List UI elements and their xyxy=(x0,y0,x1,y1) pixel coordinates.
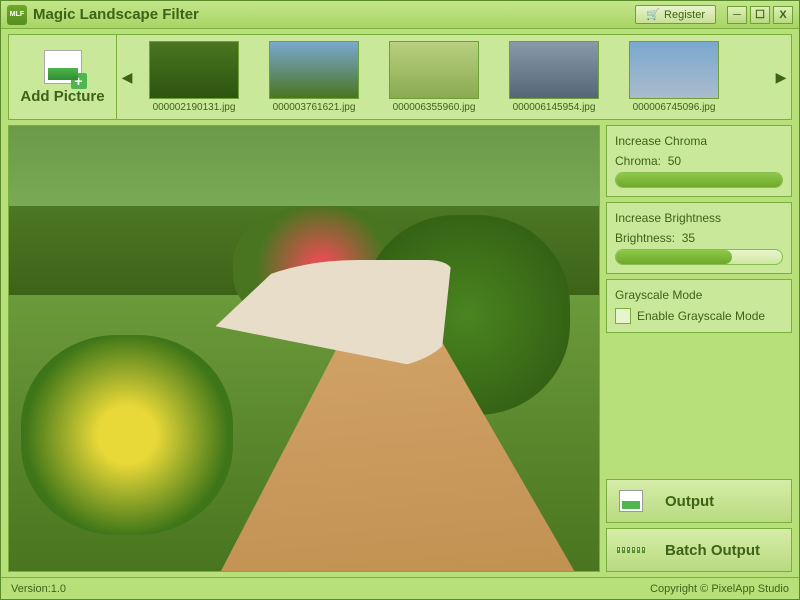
register-label: Register xyxy=(664,9,705,21)
version-label: Version:1.0 xyxy=(11,583,66,595)
grayscale-checkbox[interactable] xyxy=(615,308,631,324)
thumbnail-label: 000006745096.jpg xyxy=(633,102,716,113)
thumbnail-image xyxy=(269,41,359,99)
add-picture-icon: + xyxy=(44,50,82,84)
toolbar: + Add Picture ◀ 000002190131.jpg 0000037… xyxy=(8,34,792,120)
grayscale-checkbox-row: Enable Grayscale Mode xyxy=(615,308,783,324)
thumbnail-strip: 000002190131.jpg 000003761621.jpg 000006… xyxy=(137,37,771,117)
close-button[interactable]: X xyxy=(773,6,793,24)
batch-output-icon xyxy=(617,537,645,563)
thumbnail-item[interactable]: 000006745096.jpg xyxy=(619,41,729,113)
thumbnail-label: 000006355960.jpg xyxy=(393,102,476,113)
chroma-value: 50 xyxy=(668,154,681,168)
thumbnail-label: 000002190131.jpg xyxy=(153,102,236,113)
chroma-label: Chroma: xyxy=(615,154,661,168)
grayscale-title: Grayscale Mode xyxy=(615,288,783,302)
register-button[interactable]: 🛒 Register xyxy=(635,5,716,24)
batch-output-button[interactable]: Batch Output xyxy=(606,528,792,572)
brightness-panel: Increase Brightness Brightness: 35 xyxy=(606,202,792,274)
grayscale-checkbox-label: Enable Grayscale Mode xyxy=(637,309,765,323)
app-window: MLF Magic Landscape Filter 🛒 Register ─ ☐… xyxy=(0,0,800,600)
chroma-panel: Increase Chroma Chroma: 50 xyxy=(606,125,792,197)
output-icon xyxy=(617,488,645,514)
thumbnail-item[interactable]: 000003761621.jpg xyxy=(259,41,369,113)
output-label: Output xyxy=(665,493,714,510)
chroma-title: Increase Chroma xyxy=(615,134,783,148)
plus-icon: + xyxy=(71,73,87,89)
grayscale-panel: Grayscale Mode Enable Grayscale Mode xyxy=(606,279,792,333)
brightness-title: Increase Brightness xyxy=(615,211,783,225)
status-bar: Version:1.0 Copyright © PixelApp Studio xyxy=(1,577,799,599)
thumbnail-item[interactable]: 000002190131.jpg xyxy=(139,41,249,113)
thumbnail-image xyxy=(509,41,599,99)
thumbnail-image xyxy=(389,41,479,99)
thumbnail-label: 000003761621.jpg xyxy=(273,102,356,113)
thumbnail-image xyxy=(629,41,719,99)
thumbnail-item[interactable]: 000006355960.jpg xyxy=(379,41,489,113)
minimize-button[interactable]: ─ xyxy=(727,6,747,24)
brightness-label: Brightness: xyxy=(615,231,675,245)
copyright-label: Copyright © PixelApp Studio xyxy=(650,583,789,595)
add-picture-button[interactable]: + Add Picture xyxy=(9,35,117,119)
preview-image xyxy=(8,125,600,572)
brightness-slider[interactable] xyxy=(615,249,783,265)
output-button[interactable]: Output xyxy=(606,479,792,523)
brightness-value: 35 xyxy=(682,231,695,245)
cart-icon: 🛒 xyxy=(646,8,660,21)
batch-output-label: Batch Output xyxy=(665,542,760,559)
app-logo-icon: MLF xyxy=(7,5,27,25)
window-title: Magic Landscape Filter xyxy=(33,6,635,23)
add-picture-label: Add Picture xyxy=(20,88,104,105)
maximize-button[interactable]: ☐ xyxy=(750,6,770,24)
thumbnail-item[interactable]: 000006145954.jpg xyxy=(499,41,609,113)
side-panel: Increase Chroma Chroma: 50 Increase Brig… xyxy=(606,125,792,572)
thumb-scroll-left[interactable]: ◀ xyxy=(117,35,137,119)
thumbnail-image xyxy=(149,41,239,99)
main-area: Increase Chroma Chroma: 50 Increase Brig… xyxy=(8,125,792,572)
thumbnail-label: 000006145954.jpg xyxy=(513,102,596,113)
titlebar: MLF Magic Landscape Filter 🛒 Register ─ ☐… xyxy=(1,1,799,29)
thumb-scroll-right[interactable]: ▶ xyxy=(771,35,791,119)
chroma-slider[interactable] xyxy=(615,172,783,188)
